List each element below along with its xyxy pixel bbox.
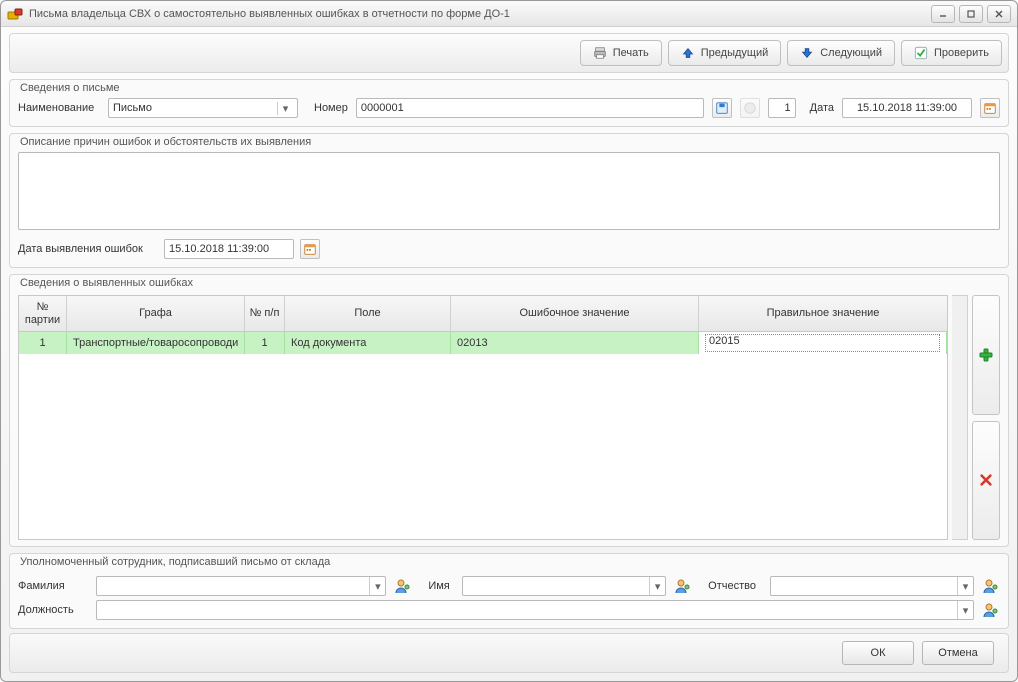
person-picker-icon[interactable] — [394, 577, 412, 595]
footer: ОК Отмена — [9, 633, 1009, 673]
errors-group: Сведения о выявленных ошибках № партии Г… — [9, 274, 1009, 547]
cell-party-no[interactable]: 1 — [19, 332, 67, 354]
cell-correct-editor[interactable]: 02015 — [705, 334, 940, 352]
position-label: Должность — [18, 604, 90, 616]
content: Сведения о письме Наименование Письмо ▾ … — [1, 73, 1017, 633]
minimize-button[interactable] — [931, 5, 955, 23]
ok-label: ОК — [871, 647, 886, 659]
print-icon — [593, 46, 607, 60]
employee-title: Уполномоченный сотрудник, подписавший пи… — [18, 556, 332, 568]
table-row[interactable]: 1 Транспортные/товаросопроводи 1 Код док… — [19, 332, 947, 354]
next-label: Следующий — [820, 47, 882, 59]
check-icon — [914, 46, 928, 60]
number-globe-icon — [740, 98, 760, 118]
grid-scrollbar[interactable] — [952, 295, 968, 540]
number-small-input[interactable] — [768, 98, 796, 118]
plus-icon — [978, 347, 994, 363]
detect-date-label: Дата выявления ошибок — [18, 243, 158, 255]
arrow-up-icon — [681, 46, 695, 60]
cell-row-no[interactable]: 1 — [245, 332, 285, 354]
grid-side-buttons — [972, 295, 1000, 540]
col-field[interactable]: Поле — [285, 296, 451, 331]
name-label: Наименование — [18, 102, 100, 114]
reasons-group: Описание причин ошибок и обстоятельств и… — [9, 133, 1009, 268]
errors-title: Сведения о выявленных ошибках — [18, 277, 195, 289]
arrow-down-icon — [800, 46, 814, 60]
prev-label: Предыдущий — [701, 47, 768, 59]
middlename-label: Отчество — [708, 580, 764, 592]
col-correct[interactable]: Правильное значение — [699, 296, 947, 331]
number-input[interactable] — [356, 98, 704, 118]
letter-info-title: Сведения о письме — [18, 82, 122, 94]
maximize-button[interactable] — [959, 5, 983, 23]
print-label: Печать — [613, 47, 649, 59]
close-button[interactable] — [987, 5, 1011, 23]
letter-info-group: Сведения о письме Наименование Письмо ▾ … — [9, 79, 1009, 127]
app-icon — [7, 6, 23, 22]
firstname-combo[interactable]: ▾ — [462, 576, 666, 596]
detect-date-calendar-button[interactable] — [300, 239, 320, 259]
chevron-down-icon: ▾ — [277, 102, 293, 115]
chevron-down-icon: ▾ — [957, 601, 973, 619]
date-calendar-button[interactable] — [980, 98, 1000, 118]
check-button[interactable]: Проверить — [901, 40, 1002, 66]
firstname-label: Имя — [428, 580, 456, 592]
next-button[interactable]: Следующий — [787, 40, 895, 66]
titlebar: Письма владельца СВХ о самостоятельно вы… — [1, 1, 1017, 27]
reasons-title: Описание причин ошибок и обстоятельств и… — [18, 136, 313, 148]
detect-date-input[interactable] — [164, 239, 294, 259]
calendar-icon — [983, 101, 997, 115]
date-input[interactable] — [842, 98, 972, 118]
name-value: Письмо — [113, 102, 152, 114]
grid-header: № партии Графа № п/п Поле Ошибочное знач… — [19, 296, 947, 332]
person-picker-icon[interactable] — [982, 601, 1000, 619]
date-label: Дата — [810, 102, 834, 114]
lastname-combo[interactable]: ▾ — [96, 576, 386, 596]
col-row-no[interactable]: № п/п — [245, 296, 285, 331]
reasons-textarea[interactable] — [18, 152, 1000, 230]
print-button[interactable]: Печать — [580, 40, 662, 66]
number-save-icon[interactable] — [712, 98, 732, 118]
name-combo[interactable]: Письмо ▾ — [108, 98, 298, 118]
prev-button[interactable]: Предыдущий — [668, 40, 781, 66]
cell-field[interactable]: Код документа — [285, 332, 451, 354]
chevron-down-icon: ▾ — [649, 577, 665, 595]
lastname-label: Фамилия — [18, 580, 90, 592]
grid-body[interactable]: 1 Транспортные/товаросопроводи 1 Код док… — [19, 332, 947, 539]
check-label: Проверить — [934, 47, 989, 59]
employee-group: Уполномоченный сотрудник, подписавший пи… — [9, 553, 1009, 629]
window-buttons — [931, 5, 1011, 23]
cell-column[interactable]: Транспортные/товаросопроводи — [67, 332, 245, 354]
delete-icon — [979, 473, 993, 487]
chevron-down-icon: ▾ — [369, 577, 385, 595]
cancel-button[interactable]: Отмена — [922, 641, 994, 665]
col-wrong[interactable]: Ошибочное значение — [451, 296, 699, 331]
chevron-down-icon: ▾ — [957, 577, 973, 595]
col-party-no[interactable]: № партии — [19, 296, 67, 331]
cell-wrong[interactable]: 02013 — [451, 332, 699, 354]
window-title: Письма владельца СВХ о самостоятельно вы… — [29, 8, 931, 20]
cell-correct[interactable]: 02015 — [699, 332, 947, 354]
errors-grid[interactable]: № партии Графа № п/п Поле Ошибочное знач… — [18, 295, 948, 540]
position-combo[interactable]: ▾ — [96, 600, 974, 620]
person-picker-icon[interactable] — [982, 577, 1000, 595]
delete-row-button[interactable] — [972, 421, 1000, 541]
add-row-button[interactable] — [972, 295, 1000, 415]
middlename-combo[interactable]: ▾ — [770, 576, 974, 596]
window: Письма владельца СВХ о самостоятельно вы… — [0, 0, 1018, 682]
number-label: Номер — [314, 102, 348, 114]
cancel-label: Отмена — [938, 647, 977, 659]
toolbar: Печать Предыдущий Следующий Проверить — [9, 33, 1009, 73]
calendar-icon — [303, 242, 317, 256]
person-picker-icon[interactable] — [674, 577, 692, 595]
ok-button[interactable]: ОК — [842, 641, 914, 665]
col-column[interactable]: Графа — [67, 296, 245, 331]
